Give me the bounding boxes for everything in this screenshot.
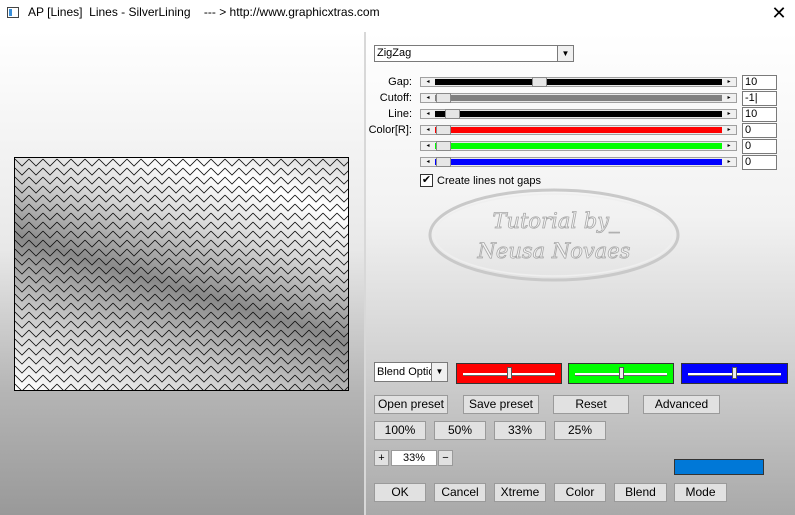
create-lines-checkbox[interactable]: ✔ [420, 174, 433, 187]
chevron-right-icon[interactable]: ▸ [722, 94, 736, 102]
open-preset-button[interactable]: Open preset [374, 395, 448, 414]
slider-value-field[interactable]: 0 [742, 139, 777, 154]
slider-track[interactable]: ◂ ▸ [420, 93, 737, 103]
slider-thumb[interactable] [436, 141, 451, 151]
slider-thumb[interactable] [507, 367, 512, 379]
chevron-left-icon[interactable]: ◂ [421, 78, 435, 86]
reset-button[interactable]: Reset [553, 395, 629, 414]
zoom-value[interactable]: 33% [391, 450, 437, 466]
slider-thumb[interactable] [532, 77, 547, 87]
slider-fill [435, 111, 722, 117]
chevron-left-icon[interactable]: ◂ [421, 126, 435, 134]
slider-thumb[interactable] [436, 157, 451, 167]
slider-thumb[interactable] [436, 93, 451, 103]
zoom-50-button[interactable]: 50% [434, 421, 486, 440]
slider-fill [435, 79, 722, 85]
chevron-left-icon[interactable]: ◂ [421, 158, 435, 166]
ok-button[interactable]: OK [374, 483, 426, 502]
zoom-in-button[interactable]: + [374, 450, 389, 466]
tutorial-watermark: Tutorial by_ Neusa Novaes [428, 188, 680, 282]
slider-fill [435, 159, 722, 165]
cancel-button[interactable]: Cancel [434, 483, 486, 502]
color-swatch[interactable] [674, 459, 764, 475]
effect-mode-value: ZigZag [377, 47, 412, 59]
window-title: AP [Lines] Lines - SilverLining --- > ht… [28, 5, 380, 19]
chevron-left-icon[interactable]: ◂ [421, 94, 435, 102]
blend-green-slider[interactable] [568, 363, 674, 384]
advanced-button[interactable]: Advanced [643, 395, 720, 414]
slider-fill [435, 95, 722, 101]
slider-label: Cutoff: [379, 92, 412, 104]
preview-image [14, 157, 349, 391]
create-lines-label: Create lines not gaps [437, 175, 541, 187]
title-bar: AP [Lines] Lines - SilverLining --- > ht… [0, 0, 795, 27]
slider-value-field[interactable]: -1| [742, 91, 777, 106]
slider-fill [435, 127, 722, 133]
app-icon [7, 7, 19, 18]
watermark-line2: Neusa Novaes [477, 239, 631, 263]
slider-value-field[interactable]: 0 [742, 123, 777, 138]
chevron-down-icon[interactable]: ▼ [431, 363, 447, 381]
slider-value-field[interactable]: 10 [742, 75, 777, 90]
save-preset-button[interactable]: Save preset [463, 395, 539, 414]
slider-value-field[interactable]: 10 [742, 107, 777, 122]
slider-thumb[interactable] [445, 109, 460, 119]
slider-thumb[interactable] [732, 367, 737, 379]
slider-track[interactable]: ◂ ▸ [420, 157, 737, 167]
effect-mode-select[interactable]: ZigZag ▼ [374, 45, 574, 62]
blend-options-select[interactable]: Blend Options ▼ [374, 362, 448, 382]
slider-track[interactable]: ◂ ▸ [420, 109, 737, 119]
slider-track[interactable]: ◂ ▸ [420, 125, 737, 135]
zoom-100-button[interactable]: 100% [374, 421, 426, 440]
blend-button[interactable]: Blend [614, 483, 667, 502]
slider-value-field[interactable]: 0 [742, 155, 777, 170]
blend-blue-slider[interactable] [681, 363, 788, 384]
slider-thumb[interactable] [436, 125, 451, 135]
zoom-25-button[interactable]: 25% [554, 421, 606, 440]
slider-label: Color[R]: [368, 124, 412, 136]
chevron-right-icon[interactable]: ▸ [722, 78, 736, 86]
slider-track[interactable]: ◂ ▸ [420, 77, 737, 87]
blend-red-slider[interactable] [456, 363, 562, 384]
chevron-down-icon[interactable]: ▼ [557, 46, 573, 61]
chevron-right-icon[interactable]: ▸ [722, 142, 736, 150]
chevron-right-icon[interactable]: ▸ [722, 110, 736, 118]
zoom-33-button[interactable]: 33% [494, 421, 546, 440]
color-button[interactable]: Color [554, 483, 606, 502]
slider-label: Line: [388, 108, 412, 120]
slider-thumb[interactable] [619, 367, 624, 379]
chevron-right-icon[interactable]: ▸ [722, 158, 736, 166]
watermark-line1: Tutorial by_ [492, 209, 620, 233]
zoom-out-button[interactable]: − [438, 450, 453, 466]
slider-track[interactable]: ◂ ▸ [420, 141, 737, 151]
chevron-left-icon[interactable]: ◂ [421, 142, 435, 150]
slider-label: Gap: [388, 76, 412, 88]
xtreme-button[interactable]: Xtreme [494, 483, 546, 502]
chevron-left-icon[interactable]: ◂ [421, 110, 435, 118]
mode-button[interactable]: Mode [674, 483, 727, 502]
slider-fill [435, 143, 722, 149]
close-button[interactable]: ✕ [764, 1, 794, 25]
chevron-right-icon[interactable]: ▸ [722, 126, 736, 134]
